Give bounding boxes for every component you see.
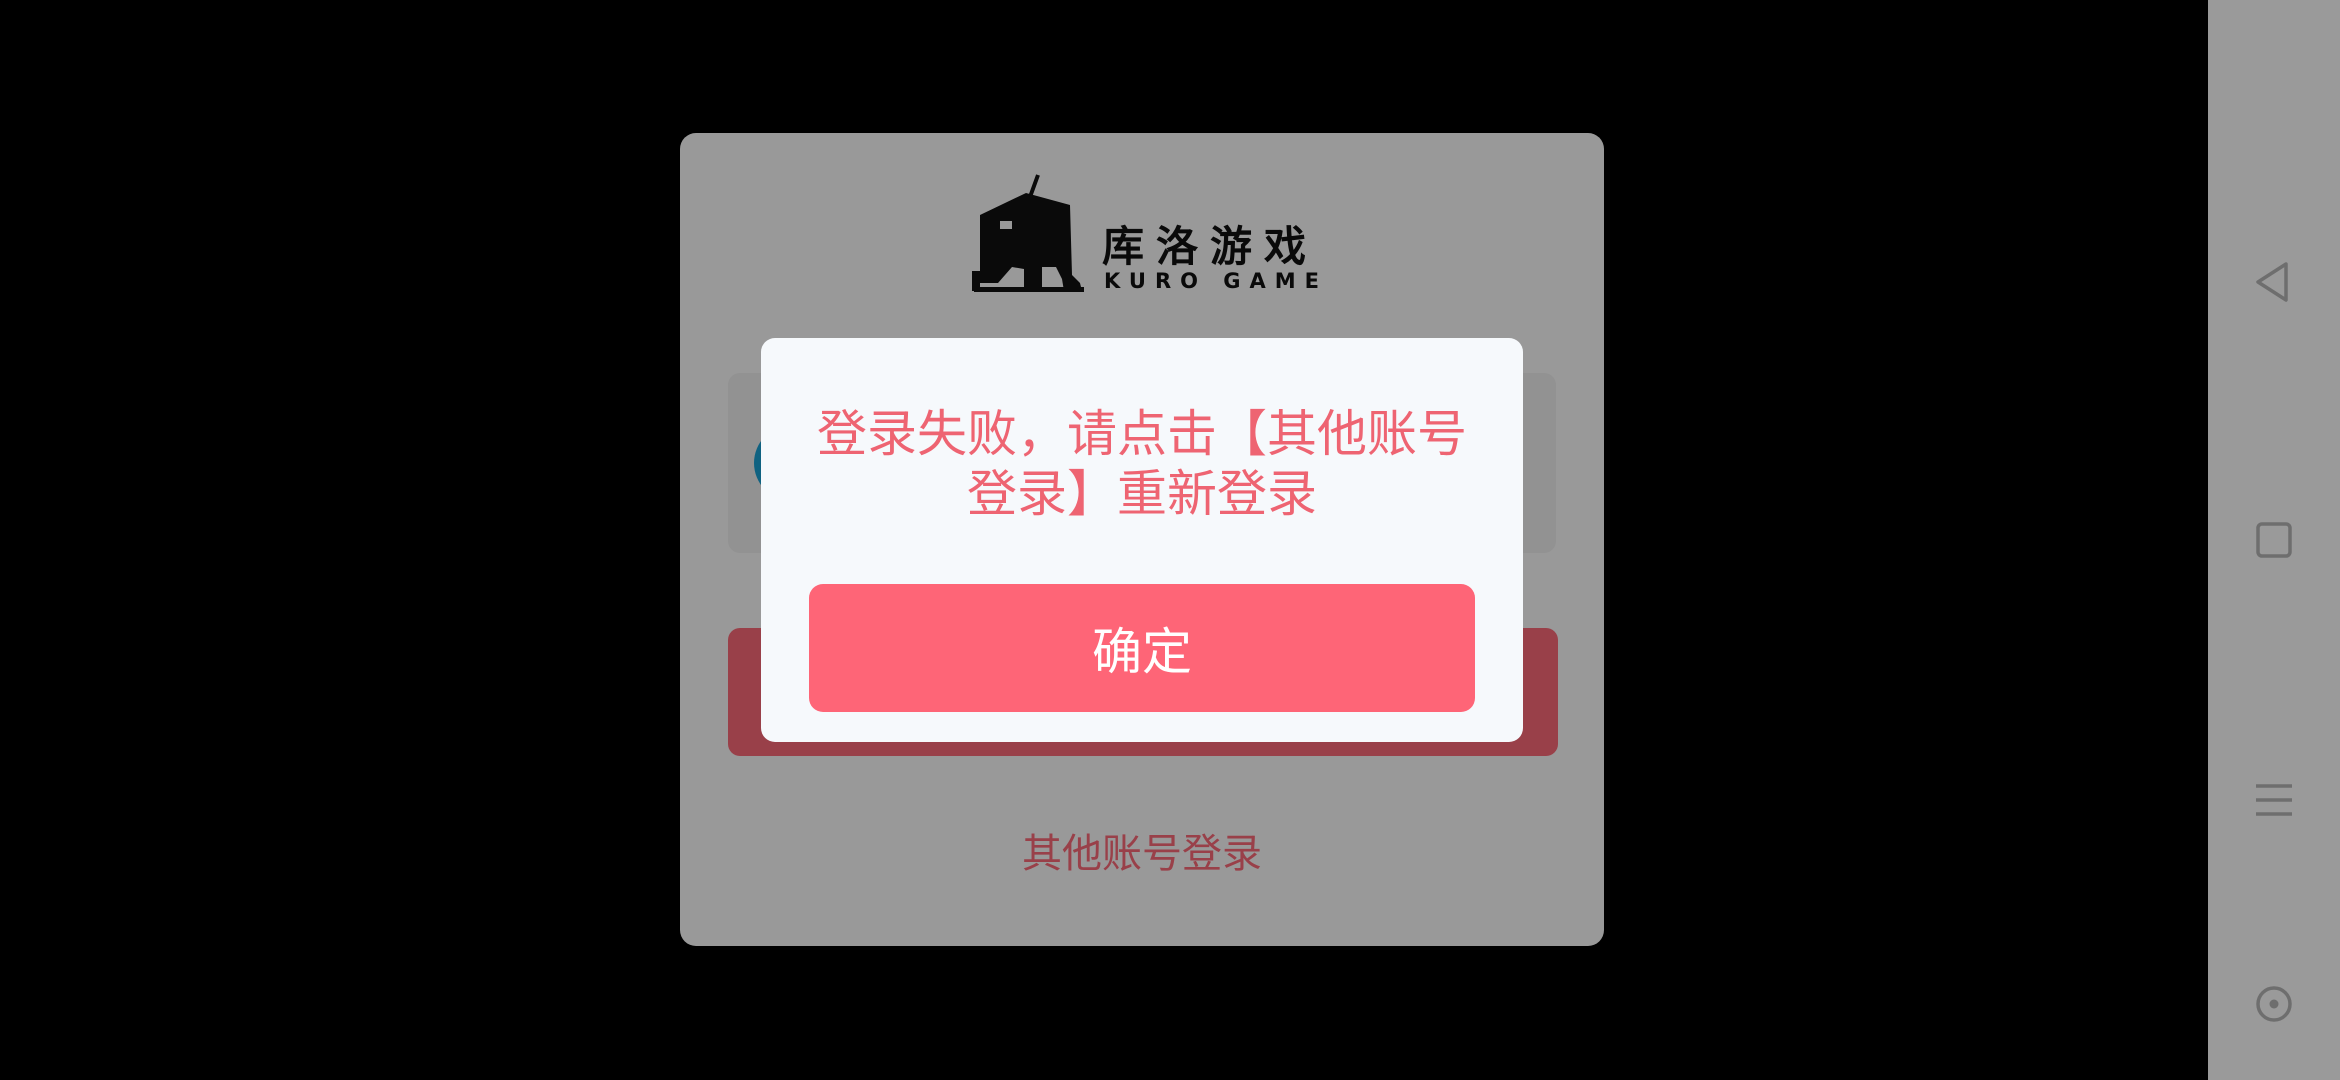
navigation-bar	[2208, 0, 2340, 1080]
home-button[interactable]	[2244, 510, 2304, 570]
assist-button[interactable]	[2244, 974, 2304, 1034]
screen: 库洛游戏 KURO GAME 其他账号登录 登录失败，请点击【其他账号登录】重新…	[0, 0, 2340, 1080]
menu-lines-icon	[2256, 784, 2292, 816]
back-button[interactable]	[2244, 252, 2304, 312]
menu-button[interactable]	[2244, 770, 2304, 830]
back-triangle-icon	[2256, 262, 2288, 302]
home-square-icon	[2256, 522, 2292, 558]
confirm-button[interactable]: 确定	[809, 584, 1475, 712]
login-failed-dialog: 登录失败，请点击【其他账号登录】重新登录 确定	[761, 338, 1523, 742]
dialog-message: 登录失败，请点击【其他账号登录】重新登录	[817, 405, 1467, 523]
assist-circle-icon	[2256, 986, 2292, 1022]
